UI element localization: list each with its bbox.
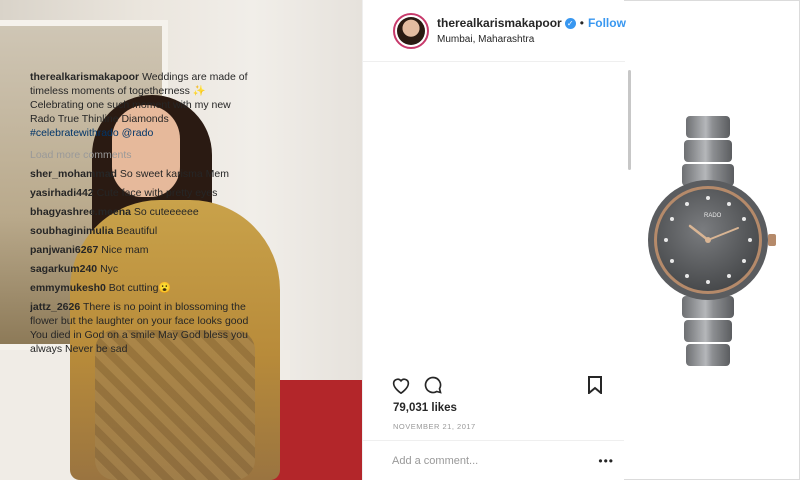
verified-check-icon: ✓ [564,17,576,29]
comment-item: sher_mohammad So sweet karisma Mem [30,167,256,181]
comment-text: Bot cutting😮 [108,282,172,294]
comment-text: Cute face with pretty eyes [96,187,218,199]
heart-icon[interactable] [390,374,412,396]
watch-brand-text: RADO [704,213,722,219]
location-link[interactable]: Mumbai, Maharashtra [437,34,626,45]
comment-text: Nyc [100,263,119,275]
caption: therealkarismakapoor Weddings are made o… [30,70,256,140]
comment-username[interactable]: emmymukesh0 [30,282,106,294]
username-link[interactable]: therealkarismakapoor [437,16,562,30]
follow-button[interactable]: Follow [588,16,626,30]
comment-item: sagarkum240 Nyc [30,262,256,276]
comment-text: So cuteeeeee [133,206,199,218]
header-info: therealkarismakapoor ✓ • Follow Mumbai, … [437,16,626,45]
comment-text: Beautiful [116,225,158,237]
rado-watch-image: RADO [630,100,790,390]
comment-username[interactable]: bhagyashree.meena [30,206,131,218]
add-comment-input[interactable] [392,454,572,467]
comment-bubble-icon[interactable] [422,374,444,396]
comment-username[interactable]: jattz_2626 [30,301,80,313]
bookmark-icon[interactable] [584,374,606,396]
post-header: therealkarismakapoor ✓ • Follow Mumbai, … [363,0,626,62]
comment-username[interactable]: soubhaginimulia [30,225,113,237]
comment-item: emmymukesh0 Bot cutting😮 [30,281,256,295]
comment-text: Nice mam [101,244,149,256]
action-bar [390,372,624,398]
more-options-icon[interactable]: ••• [598,454,614,468]
avatar[interactable] [393,12,429,49]
avatar-image [397,16,425,45]
likes-count[interactable]: 79,031 likes [393,402,457,414]
comment-text: So sweet karisma Mem [119,168,229,180]
comment-item: jattz_2626 There is no point in blossomi… [30,300,256,356]
comment-username[interactable]: sagarkum240 [30,263,97,275]
caption-hashtag[interactable]: #celebratewithrado [30,127,119,139]
caption-mention[interactable]: @rado [122,127,154,139]
comment-username[interactable]: sher_mohammad [30,168,117,180]
comment-username[interactable]: panjwani6267 [30,244,98,256]
comment-username[interactable]: yasirhadi442 [30,187,94,199]
caption-username[interactable]: therealkarismakapoor [30,71,139,83]
comment-item: bhagyashree.meena So cuteeeeee [30,205,256,219]
load-more-comments-button[interactable]: Load more comments [30,148,256,162]
header-row: therealkarismakapoor ✓ • Follow [437,16,626,30]
add-comment-bar: ••• [362,440,624,480]
comment-item: soubhaginimulia Beautiful [30,224,256,238]
comment-item: panjwani6267 Nice mam [30,243,256,257]
comment-item: yasirhadi442 Cute face with pretty eyes [30,186,256,200]
separator-dot: • [579,16,584,30]
post-date: November 21, 2017 [393,422,476,431]
comments-list[interactable]: therealkarismakapoor Weddings are made o… [30,70,256,368]
